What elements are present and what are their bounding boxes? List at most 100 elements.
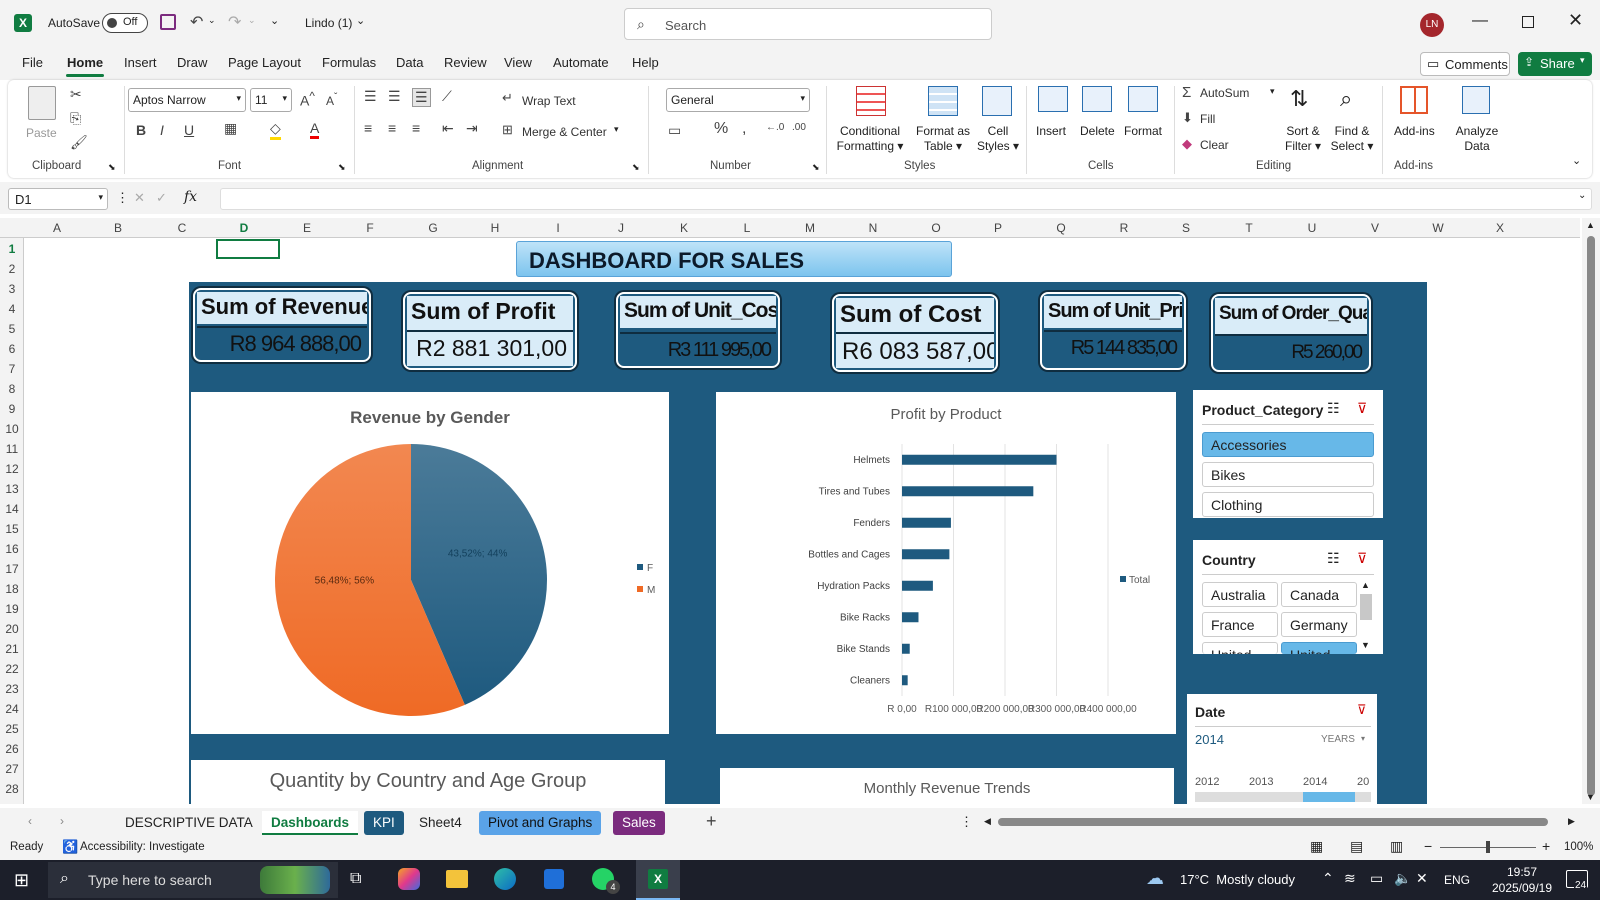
borders-icon[interactable]: ▦ bbox=[224, 120, 237, 137]
row-header-12[interactable]: 12 bbox=[0, 462, 24, 476]
column-header-k[interactable]: K bbox=[674, 221, 694, 235]
comments-button[interactable]: ▭ Comments bbox=[1420, 52, 1510, 76]
slicer-item-clothing[interactable]: Clothing bbox=[1202, 492, 1374, 517]
tab-sales[interactable]: Sales bbox=[613, 811, 665, 835]
merge-center-button[interactable]: Merge & Center bbox=[522, 125, 607, 139]
product-category-slicer[interactable]: Product_Category ☷ ⊽ Accessories Bikes C… bbox=[1193, 390, 1383, 518]
timeline-year-2013[interactable]: 2013 bbox=[1249, 776, 1273, 788]
format-as-table-button[interactable]: Format as Table ▾ bbox=[912, 86, 972, 156]
scroll-up-icon[interactable]: ▲ bbox=[1586, 220, 1595, 230]
menu-page-layout[interactable]: Page Layout bbox=[228, 55, 301, 70]
column-header-v[interactable]: V bbox=[1365, 221, 1385, 235]
fill-icon[interactable]: ⬇ bbox=[1182, 110, 1193, 126]
number-launcher-icon[interactable]: ⬊ bbox=[812, 162, 820, 173]
expand-formula-icon[interactable]: ⌄ bbox=[1578, 190, 1586, 201]
column-header-w[interactable]: W bbox=[1428, 221, 1448, 235]
row-header-22[interactable]: 22 bbox=[0, 662, 24, 676]
column-header-i[interactable]: I bbox=[548, 221, 568, 235]
column-header-r[interactable]: R bbox=[1114, 221, 1134, 235]
scroll-right-icon[interactable]: ▶ bbox=[1568, 816, 1575, 827]
row-header-5[interactable]: 5 bbox=[0, 322, 24, 336]
wrap-text-icon[interactable]: ↵ bbox=[502, 90, 513, 106]
menu-view[interactable]: View bbox=[504, 55, 532, 70]
accessibility-status[interactable]: Accessibility: Investigate bbox=[80, 841, 205, 853]
share-button[interactable]: ⇪ Share ▾ bbox=[1518, 52, 1592, 76]
insert-function-icon[interactable]: fx bbox=[184, 189, 197, 205]
column-header-m[interactable]: M bbox=[800, 221, 820, 235]
page-layout-view-icon[interactable]: ▤ bbox=[1350, 838, 1363, 855]
confirm-entry-icon[interactable]: ✓ bbox=[156, 190, 167, 206]
row-header-18[interactable]: 18 bbox=[0, 582, 24, 596]
monthly-revenue-chart[interactable]: Monthly Revenue Trends bbox=[720, 768, 1174, 804]
clock-date[interactable]: 2025/09/19 bbox=[1482, 881, 1562, 895]
row-header-24[interactable]: 24 bbox=[0, 702, 24, 716]
row-header-25[interactable]: 25 bbox=[0, 722, 24, 736]
row-header-4[interactable]: 4 bbox=[0, 302, 24, 316]
scroll-up-icon[interactable]: ▲ bbox=[1361, 580, 1370, 590]
underline-icon[interactable]: U bbox=[184, 122, 194, 138]
weather-icon[interactable]: ☁ bbox=[1146, 868, 1164, 889]
column-header-a[interactable]: A bbox=[47, 221, 67, 235]
row-header-27[interactable]: 27 bbox=[0, 762, 24, 776]
row-header-11[interactable]: 11 bbox=[0, 442, 24, 456]
row-header-8[interactable]: 8 bbox=[0, 382, 24, 396]
grow-font-icon[interactable]: A^ bbox=[300, 90, 315, 109]
page-break-view-icon[interactable]: ▥ bbox=[1390, 838, 1403, 855]
row-header-16[interactable]: 16 bbox=[0, 542, 24, 556]
tab-kpi[interactable]: KPI bbox=[364, 811, 404, 835]
row-header-28[interactable]: 28 bbox=[0, 782, 24, 796]
row-header-20[interactable]: 20 bbox=[0, 622, 24, 636]
column-header-n[interactable]: N bbox=[863, 221, 883, 235]
country-slicer[interactable]: Country ☷ ⊽ Australia Canada France Germ… bbox=[1193, 540, 1383, 654]
collapse-ribbon-icon[interactable]: ⌄ bbox=[1572, 154, 1581, 167]
wrap-text-button[interactable]: Wrap Text bbox=[522, 94, 576, 108]
avatar[interactable]: LN bbox=[1420, 13, 1444, 37]
normal-view-icon[interactable]: ▦ bbox=[1310, 838, 1323, 855]
format-painter-icon[interactable]: 🖌 bbox=[70, 134, 88, 151]
edge-icon[interactable] bbox=[494, 868, 516, 890]
slicer-item-canada[interactable]: Canada bbox=[1281, 582, 1357, 607]
row-header-7[interactable]: 7 bbox=[0, 362, 24, 376]
autosum-button[interactable]: AutoSum bbox=[1200, 86, 1249, 100]
timeline-year-next[interactable]: 20 bbox=[1357, 776, 1369, 788]
conditional-formatting-button[interactable]: Conditional Formatting ▾ bbox=[830, 86, 910, 156]
task-view-icon[interactable]: ⧉ bbox=[350, 870, 361, 888]
slicer-item-germany[interactable]: Germany bbox=[1281, 612, 1357, 637]
menu-automate[interactable]: Automate bbox=[553, 55, 609, 70]
row-header-1[interactable]: 1 bbox=[0, 242, 24, 256]
column-header-q[interactable]: Q bbox=[1051, 221, 1071, 235]
zoom-slider-thumb[interactable] bbox=[1486, 841, 1490, 853]
multi-select-icon[interactable]: ☷ bbox=[1327, 550, 1340, 567]
clear-filter-icon[interactable]: ⊽ bbox=[1357, 702, 1367, 718]
weather-text[interactable]: 17°C Mostly cloudy bbox=[1180, 872, 1295, 887]
windows-start-icon[interactable]: ⊞ bbox=[14, 870, 29, 891]
shrink-font-icon[interactable]: Aˇ bbox=[326, 92, 337, 108]
tab-options-icon[interactable]: ⋮ bbox=[960, 814, 973, 830]
align-center-icon[interactable]: ≡ bbox=[388, 120, 396, 136]
row-header-17[interactable]: 17 bbox=[0, 562, 24, 576]
multi-select-icon[interactable]: ☷ bbox=[1327, 400, 1340, 417]
column-header-b[interactable]: B bbox=[108, 221, 128, 235]
prev-sheet-icon[interactable]: ‹ bbox=[28, 814, 32, 828]
menu-insert[interactable]: Insert bbox=[124, 55, 157, 70]
file-name[interactable]: Lindo (1) bbox=[305, 16, 352, 30]
date-timeline[interactable]: Date ⊽ 2014 YEARS ▾ 2012 2013 2014 20 bbox=[1187, 694, 1377, 804]
zoom-in-icon[interactable]: + bbox=[1542, 838, 1550, 854]
slicer-item-united-1[interactable]: United ... bbox=[1202, 642, 1278, 654]
kpi-order-quantity[interactable]: Sum of Order_Quantity R5 260,00 bbox=[1211, 294, 1371, 372]
column-header-h[interactable]: H bbox=[485, 221, 505, 235]
clear-button[interactable]: Clear bbox=[1200, 138, 1229, 152]
revenue-by-gender-chart[interactable]: Revenue by Gender 43,52%; 44% 56,48%; 56%… bbox=[191, 392, 669, 734]
align-left-icon[interactable]: ≡ bbox=[364, 120, 372, 136]
redo-dropdown-icon[interactable]: ⌄ bbox=[248, 15, 256, 26]
tab-sheet4[interactable]: Sheet4 bbox=[410, 811, 471, 835]
column-header-g[interactable]: G bbox=[423, 221, 443, 235]
timeline-selected-period[interactable] bbox=[1303, 792, 1355, 802]
sort-filter-button[interactable]: ⇅ Sort & Filter ▾ bbox=[1280, 86, 1326, 156]
analyze-data-button[interactable]: Analyze Data bbox=[1452, 86, 1502, 156]
find-select-button[interactable]: ⌕ Find & Select ▾ bbox=[1328, 86, 1374, 156]
horizontal-scroll-thumb[interactable] bbox=[998, 818, 1548, 826]
chevron-down-icon[interactable]: ▾ bbox=[1361, 734, 1365, 743]
row-header-19[interactable]: 19 bbox=[0, 602, 24, 616]
tab-pivot-and-graphs[interactable]: Pivot and Graphs bbox=[479, 811, 602, 835]
